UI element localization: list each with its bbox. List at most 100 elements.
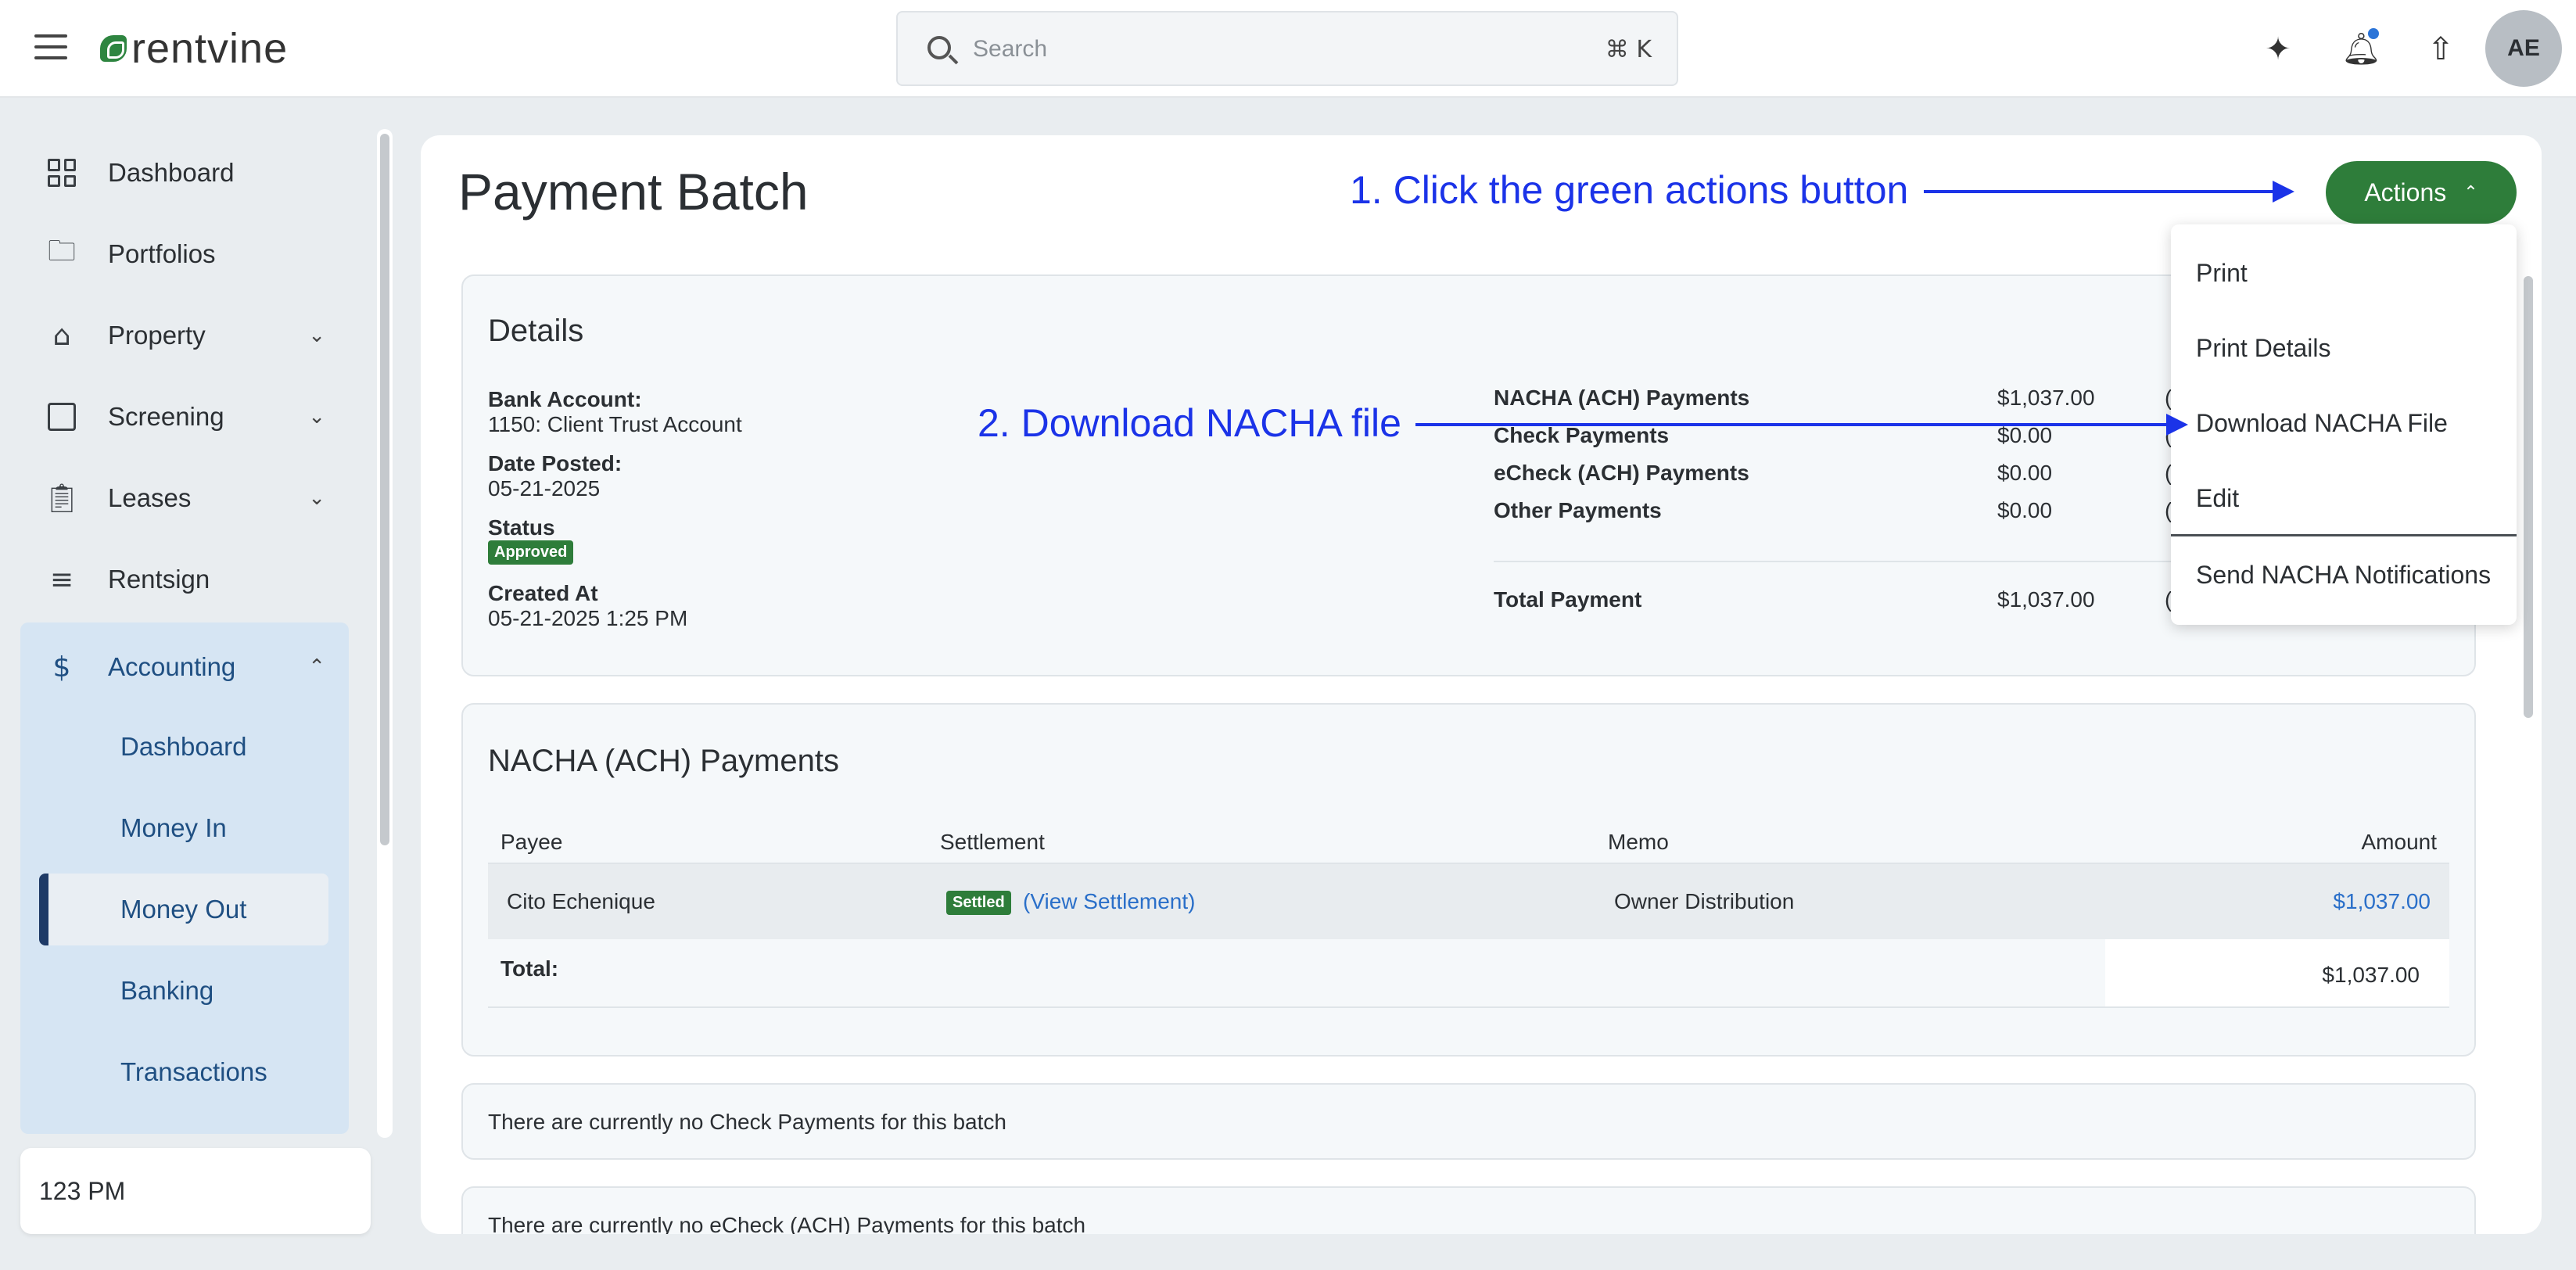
column-header-payee: Payee (500, 830, 563, 854)
bank-account-label: Bank Account: (488, 387, 642, 411)
main-scrollbar[interactable] (2520, 276, 2537, 1230)
screening-icon (44, 399, 80, 435)
page-title: Payment Batch (458, 163, 809, 221)
summary-other-value: $0.00 (1997, 498, 2053, 522)
date-posted-value: 05-21-2025 (488, 476, 601, 500)
annotation-step-2: 2. Download NACHA file (978, 401, 1401, 445)
view-settlement-link[interactable]: (View Settlement) (1023, 889, 1195, 914)
menu-icon[interactable] (34, 34, 67, 63)
sidebar-item-screening[interactable]: Screening ⌄ (20, 379, 349, 454)
folders-icon: 🗀︎ (47, 235, 76, 267)
clipboard-icon: 📋︎ (44, 483, 80, 515)
summary-check-label: Check Payments (1494, 423, 1670, 447)
actions-label: Actions (2364, 178, 2447, 206)
location-selector[interactable]: 123 PM (20, 1148, 371, 1234)
sidebar-sub-dashboard[interactable]: Dashboard (39, 711, 328, 783)
total-box: $1,037.00 (2105, 939, 2449, 1006)
nacha-title: NACHA (ACH) Payments (488, 744, 839, 778)
sidebar-sub-money-out[interactable]: Money Out (39, 874, 328, 945)
table-row: Cito Echenique Settled (View Settlement)… (488, 863, 2449, 939)
search-icon (927, 36, 951, 59)
chevron-up-icon: ⌃ (2463, 182, 2478, 203)
leaf-logo-icon (100, 35, 127, 62)
dollar-icon: $ (52, 651, 71, 683)
menu-divider (2171, 534, 2517, 536)
total-row: Total: $1,037.00 (488, 939, 2449, 1008)
total-value: $1,037.00 (2322, 963, 2420, 987)
amount-link[interactable]: $1,037.00 (2333, 889, 2431, 914)
date-posted-label: Date Posted: (488, 451, 622, 475)
menu-item-print-details[interactable]: Print Details (2196, 334, 2331, 363)
actions-button[interactable]: Actions ⌃ (2326, 161, 2517, 224)
sidebar-sub-transactions[interactable]: Transactions (39, 1036, 328, 1108)
details-title: Details (488, 314, 584, 348)
menu-item-send-nacha-notifications[interactable]: Send NACHA Notifications (2196, 561, 2491, 590)
chevron-down-icon: ⌄ (308, 486, 325, 510)
bank-account-value: 1150: Client Trust Account (488, 412, 742, 436)
sidebar-item-label: Accounting (108, 652, 236, 681)
annotation-step-1: 1. Click the green actions button (1350, 168, 1909, 212)
nacha-panel: NACHA (ACH) Payments Payee Settlement Me… (461, 703, 2476, 1057)
actions-dropdown: Print Print Details Download NACHA File … (2171, 224, 2517, 625)
search-box[interactable]: ⌘ K (896, 11, 1678, 86)
sidebar-item-label: Portfolios (108, 239, 216, 268)
sidebar-item-label: Rentsign (108, 565, 210, 594)
notification-dot (2368, 28, 2379, 39)
empty-echeck-payments: There are currently no eCheck (ACH) Paym… (461, 1186, 2476, 1234)
total-payment-value: $1,037.00 (1997, 587, 2095, 612)
avatar[interactable]: AE (2485, 10, 2562, 87)
sidebar-sub-banking[interactable]: Banking (39, 955, 328, 1027)
search-shortcut: ⌘ K (1605, 36, 1652, 63)
sparkle-icon[interactable]: ✦ (2258, 30, 2298, 69)
search-input[interactable] (973, 30, 1520, 69)
column-header-memo: Memo (1608, 830, 1669, 854)
sidebar-item-property[interactable]: ⌂ Property ⌄ (20, 298, 349, 373)
summary-echeck-label: eCheck (ACH) Payments (1494, 461, 1749, 485)
logo-text: rentvine (131, 25, 289, 72)
sidebar-item-leases[interactable]: 📋︎ Leases ⌄ (20, 461, 349, 536)
total-payment-label: Total Payment (1494, 587, 1642, 612)
annotation-arrow-2 (1415, 414, 2188, 436)
column-header-settlement: Settlement (940, 830, 1045, 854)
column-header-amount: Amount (2361, 830, 2438, 854)
sidebar: Dashboard 🗀︎ Portfolios ⌂ Property ⌄ Scr… (0, 99, 395, 1270)
menu-item-print[interactable]: Print (2196, 259, 2248, 288)
menu-item-edit[interactable]: Edit (2196, 484, 2239, 513)
dashboard-grid-icon (44, 155, 80, 191)
status-badge: Approved (488, 540, 574, 565)
building-icon: ⌂ (52, 319, 71, 352)
chevron-down-icon: ⌄ (308, 405, 325, 429)
created-at-label: Created At (488, 581, 598, 605)
summary-nacha-label: NACHA (ACH) Payments (1494, 386, 1750, 410)
memo-cell: Owner Distribution (1614, 889, 1795, 913)
summary-nacha-value: $1,037.00 (1997, 386, 2095, 410)
sidebar-item-label: Property (108, 321, 206, 350)
signature-icon: ≡ (49, 563, 74, 596)
sidebar-item-rentsign[interactable]: ≡ Rentsign (20, 542, 349, 617)
bell-icon[interactable]: 🔔︎ (2341, 28, 2381, 69)
rocket-icon[interactable]: ⇧ (2421, 30, 2460, 69)
total-label: Total: (500, 956, 559, 981)
summary-divider (1494, 561, 2276, 562)
payee-cell: Cito Echenique (507, 889, 655, 913)
sidebar-item-label: Screening (108, 402, 224, 431)
top-bar: rentvine ⌘ K ✦ 🔔︎ ⇧ AE (0, 0, 2576, 98)
sidebar-scrollbar[interactable] (377, 129, 393, 1138)
sidebar-item-label: Dashboard (108, 158, 235, 187)
sidebar-item-accounting[interactable]: $ Accounting ⌃ (20, 630, 349, 705)
menu-item-download-nacha-file[interactable]: Download NACHA File (2196, 409, 2448, 438)
summary-echeck-value: $0.00 (1997, 461, 2053, 485)
empty-check-payments: There are currently no Check Payments fo… (461, 1083, 2476, 1160)
sidebar-item-label: Leases (108, 483, 192, 512)
chevron-up-icon: ⌃ (308, 655, 325, 679)
settled-badge: Settled (946, 891, 1011, 915)
sidebar-item-dashboard[interactable]: Dashboard (20, 135, 349, 210)
logo[interactable]: rentvine (100, 23, 288, 74)
sidebar-sub-money-in[interactable]: Money In (39, 792, 328, 864)
status-label: Status (488, 515, 555, 540)
summary-check-value: $0.00 (1997, 423, 2053, 447)
created-at-value: 05-21-2025 1:25 PM (488, 606, 688, 630)
annotation-arrow-1 (1924, 181, 2294, 203)
summary-other-label: Other Payments (1494, 498, 1662, 522)
sidebar-item-portfolios[interactable]: 🗀︎ Portfolios (20, 217, 349, 292)
